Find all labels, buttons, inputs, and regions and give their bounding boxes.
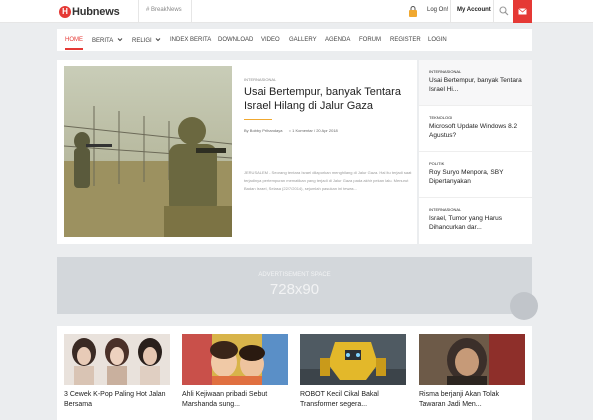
featured-category[interactable]: INTERNASIONAL bbox=[244, 77, 276, 82]
login-link[interactable]: Log On! bbox=[427, 7, 448, 13]
sidebar-item[interactable]: INTERNASIONAL Usai Bertempur, banyak Ten… bbox=[419, 60, 532, 106]
featured-article: INTERNASIONAL Usai Bertempur, banyak Ten… bbox=[57, 60, 417, 244]
lock-icon bbox=[409, 6, 417, 17]
nav-video[interactable]: VIDEO bbox=[261, 37, 280, 43]
news-card[interactable]: 3 Cewek K-Pop Paling Hot Jalan Bersama bbox=[64, 334, 170, 410]
main-nav: HOME BERITA RELIGI INDEX BERITA DOWNLOAD… bbox=[57, 29, 532, 51]
sidebar-item-title[interactable]: Israel, Tumor yang Harus Dihancurkan dar… bbox=[429, 214, 529, 232]
featured-date: 20 Apr 2018 bbox=[316, 128, 338, 133]
nav-religi[interactable]: RELIGI bbox=[132, 37, 161, 44]
sidebar-item-category: INTERNASIONAL bbox=[429, 69, 462, 74]
my-account-link[interactable]: My Account bbox=[457, 7, 491, 13]
ad-label: ADVERTISEMENT SPACE bbox=[258, 272, 331, 278]
comment-icon: ○ bbox=[288, 128, 292, 133]
search-icon[interactable] bbox=[499, 6, 509, 16]
topbar-divider bbox=[191, 0, 192, 23]
nav-home[interactable]: HOME bbox=[65, 37, 83, 43]
active-indicator bbox=[65, 48, 83, 50]
card-title[interactable]: Risma berjanji Akan Tolak Tawaran Jadi M… bbox=[419, 390, 525, 410]
title-divider bbox=[244, 119, 272, 120]
top-bar: H Hubnews # BreakNews Log On! My Account bbox=[0, 0, 593, 23]
card-image[interactable] bbox=[64, 334, 170, 385]
news-card[interactable]: Risma berjanji Akan Tolak Tawaran Jadi M… bbox=[419, 334, 525, 410]
featured-meta: By Bobby Prihandaya ○ 1 Komentar / 20 Ap… bbox=[244, 128, 338, 133]
card-title[interactable]: ROBOT Kecil Cikal Bakal Transformer sege… bbox=[300, 390, 406, 410]
chevron-down-icon bbox=[156, 38, 161, 42]
featured-title[interactable]: Usai Bertempur, banyak Tentara Israel Hi… bbox=[244, 85, 409, 113]
sidebar-item-category: INTERNASIONAL bbox=[429, 207, 462, 212]
advertisement-banner[interactable]: ADVERTISEMENT SPACE 728x90 bbox=[57, 257, 538, 320]
sidebar-item[interactable]: TEKNOLOGI Microsoft Update Windows 8.2 A… bbox=[419, 106, 532, 152]
nav-gallery[interactable]: GALLERY bbox=[289, 37, 317, 43]
nav-berita[interactable]: BERITA bbox=[92, 37, 123, 44]
nav-index-berita[interactable]: INDEX BERITA bbox=[170, 37, 211, 43]
sidebar-item-title[interactable]: Roy Suryo Menpora, SBY Dipertanyakan bbox=[429, 168, 529, 186]
nav-login[interactable]: LOGIN bbox=[428, 37, 447, 43]
ad-size: 728x90 bbox=[269, 281, 320, 298]
card-image[interactable] bbox=[182, 334, 288, 385]
topbar-divider bbox=[493, 0, 494, 23]
mail-button[interactable] bbox=[513, 0, 532, 23]
nav-download[interactable]: DOWNLOAD bbox=[218, 37, 253, 43]
featured-author[interactable]: By Bobby Prihandaya bbox=[244, 128, 282, 133]
featured-comments[interactable]: 1 Komentar bbox=[292, 128, 313, 133]
breaknews-label[interactable]: # BreakNews bbox=[146, 7, 182, 13]
featured-excerpt: JERUSALEM - Seorang tentara Israel dilap… bbox=[244, 170, 412, 191]
envelope-icon bbox=[518, 8, 527, 15]
card-title[interactable]: 3 Cewek K-Pop Paling Hot Jalan Bersama bbox=[64, 390, 170, 410]
site-logo[interactable]: H Hubnews bbox=[59, 4, 120, 19]
card-title[interactable]: Ahli Kejiwaan pribadi Sebut Marshanda su… bbox=[182, 390, 288, 410]
news-card[interactable]: Ahli Kejiwaan pribadi Sebut Marshanda su… bbox=[182, 334, 288, 410]
card-image[interactable] bbox=[419, 334, 525, 385]
ad-badge-icon bbox=[510, 292, 538, 320]
news-grid: 3 Cewek K-Pop Paling Hot Jalan Bersama A… bbox=[57, 326, 532, 420]
sidebar-item-category: TEKNOLOGI bbox=[429, 115, 453, 120]
logo-text: Hubnews bbox=[72, 5, 120, 18]
nav-forum[interactable]: FORUM bbox=[359, 37, 381, 43]
nav-register[interactable]: REGISTER bbox=[390, 37, 421, 43]
card-image[interactable] bbox=[300, 334, 406, 385]
logo-mark: H bbox=[59, 5, 71, 18]
nav-agenda[interactable]: AGENDA bbox=[325, 37, 350, 43]
sidebar-item-title[interactable]: Usai Bertempur, banyak Tentara Israel Hi… bbox=[429, 76, 529, 94]
nav-berita-label: BERITA bbox=[92, 38, 113, 44]
chevron-down-icon bbox=[117, 38, 122, 42]
sidebar-item[interactable]: POLITIK Roy Suryo Menpora, SBY Dipertany… bbox=[419, 152, 532, 198]
nav-religi-label: RELIGI bbox=[132, 38, 152, 44]
sidebar-item[interactable]: INTERNASIONAL Israel, Tumor yang Harus D… bbox=[419, 198, 532, 244]
topbar-divider bbox=[450, 0, 451, 23]
meta-separator: / bbox=[313, 128, 316, 133]
headline-sidebar: INTERNASIONAL Usai Bertempur, banyak Ten… bbox=[419, 60, 532, 244]
featured-image[interactable] bbox=[64, 66, 232, 237]
sidebar-item-title[interactable]: Microsoft Update Windows 8.2 Agustus? bbox=[429, 122, 529, 140]
news-card[interactable]: ROBOT Kecil Cikal Bakal Transformer sege… bbox=[300, 334, 406, 410]
sidebar-item-category: POLITIK bbox=[429, 161, 445, 166]
topbar-divider bbox=[138, 0, 139, 23]
